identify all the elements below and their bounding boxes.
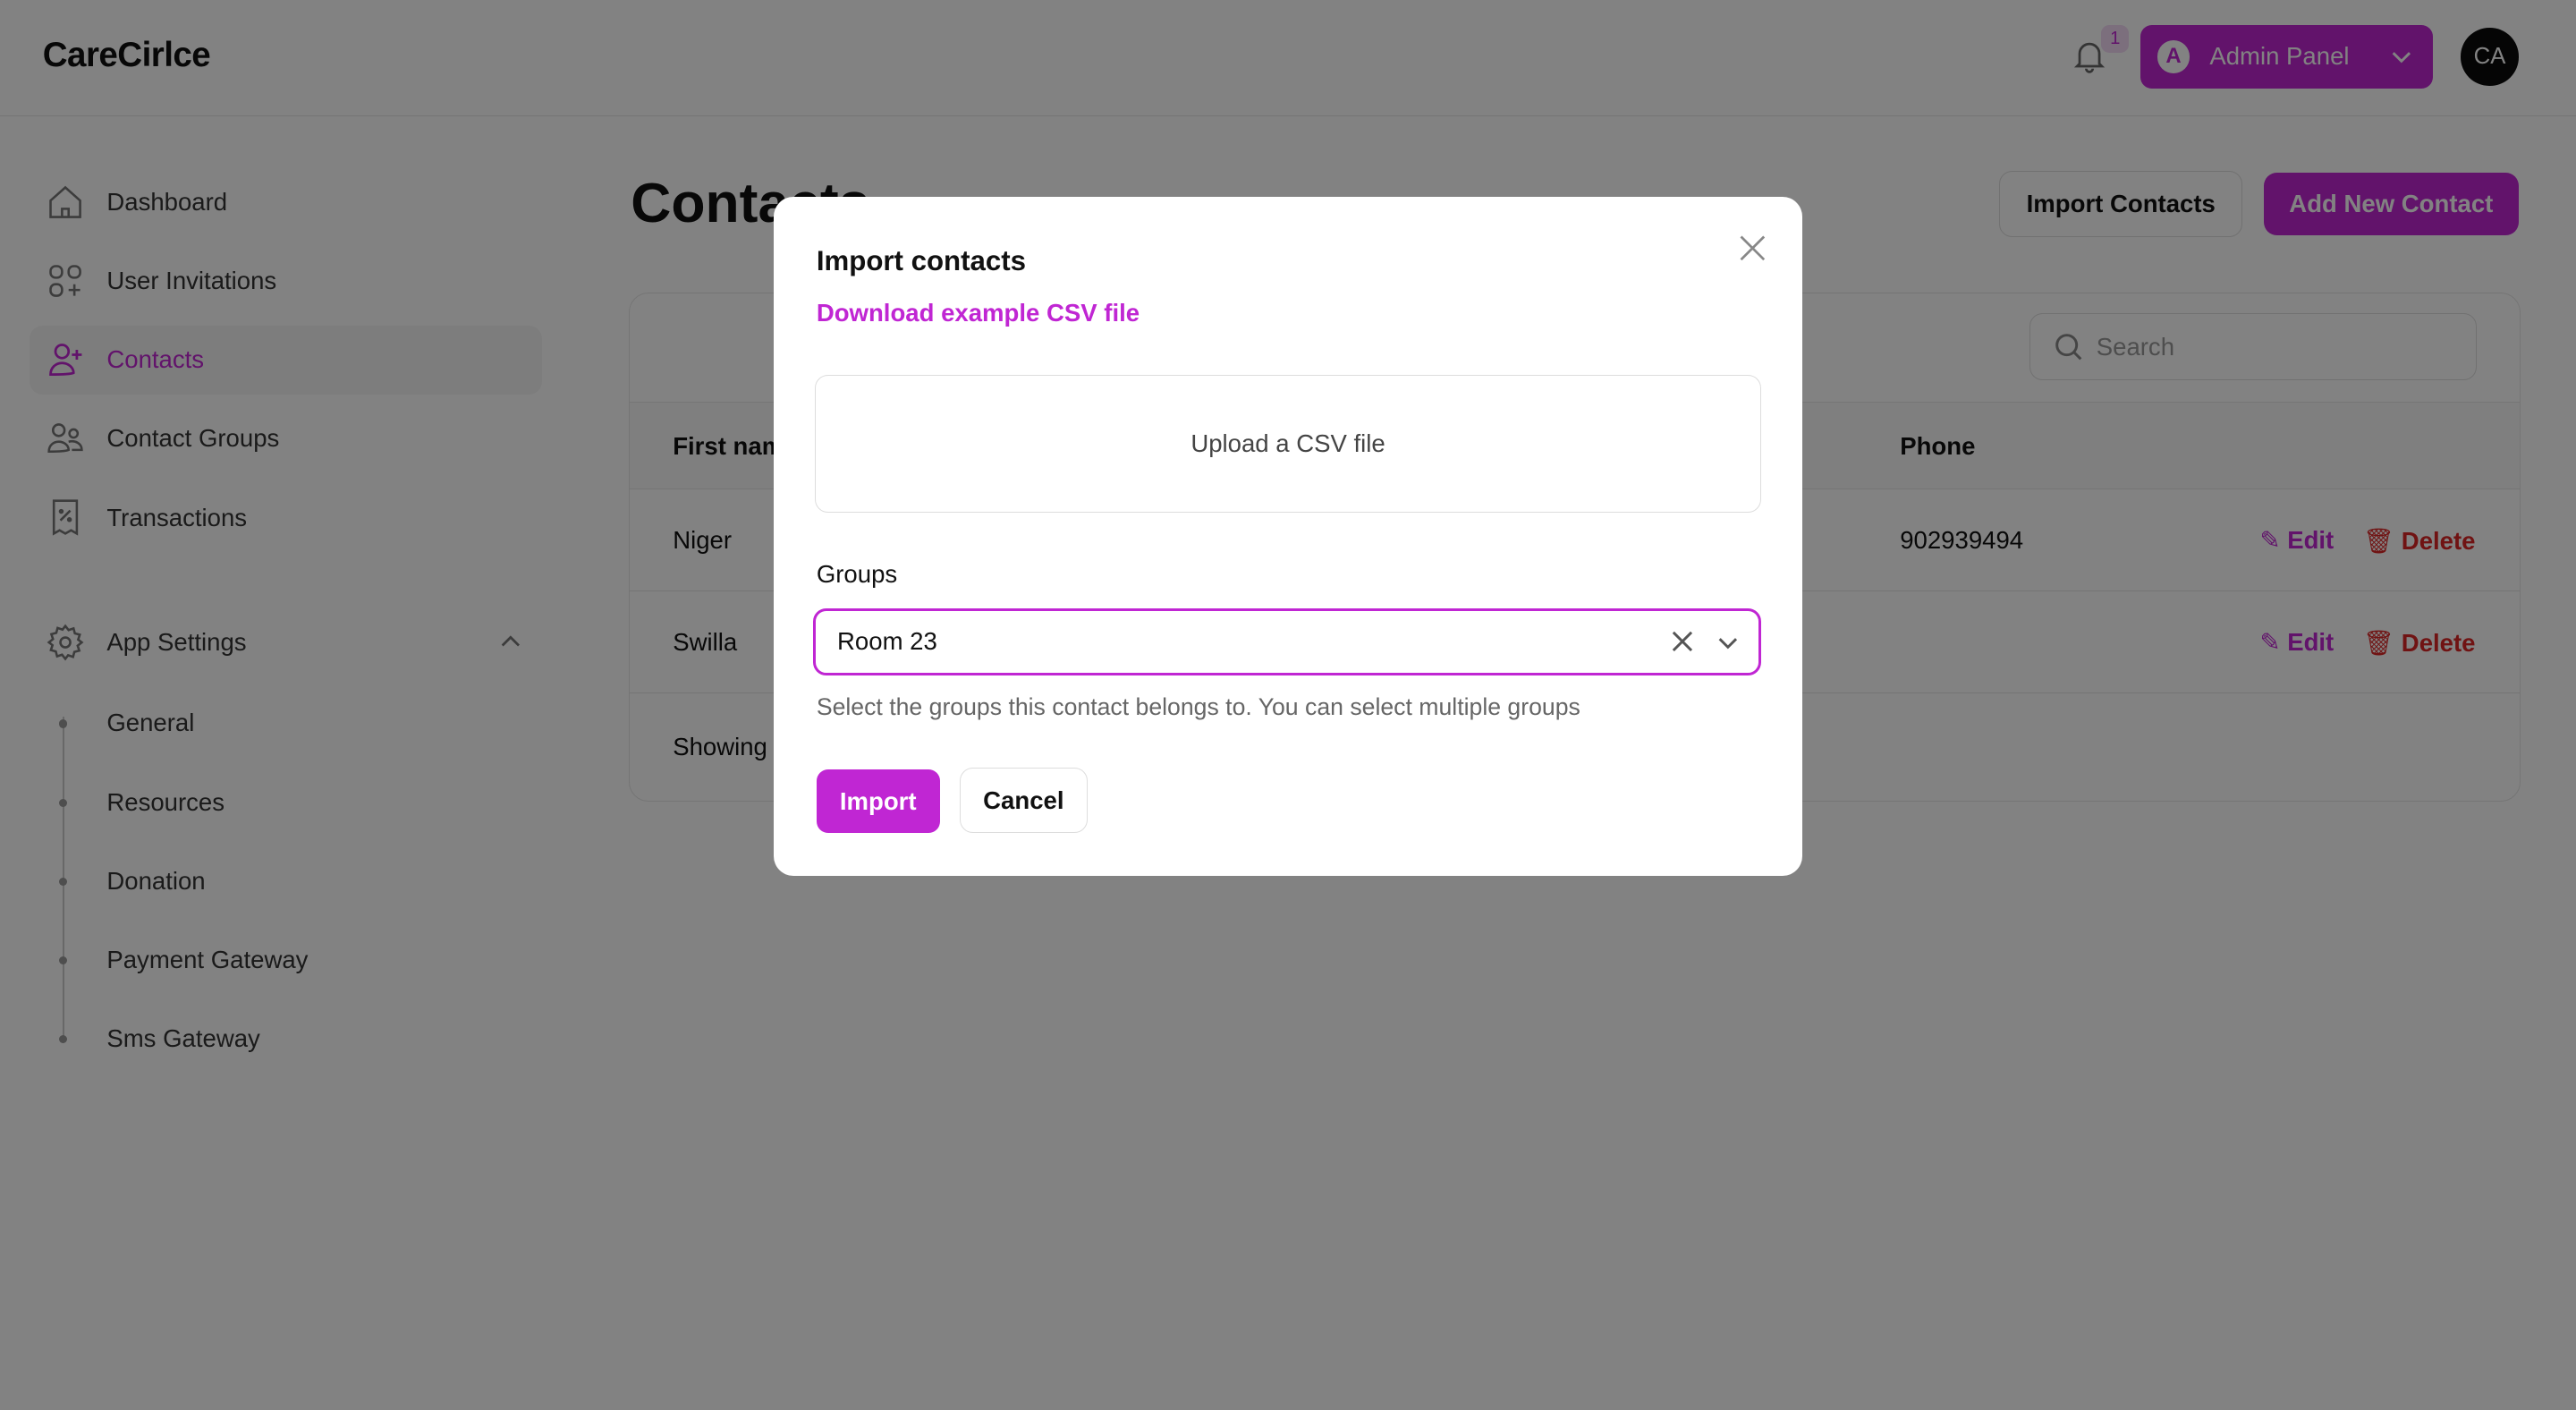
import-contacts-modal: Import contacts Download example CSV fil… xyxy=(774,197,1802,876)
groups-hint: Select the groups this contact belongs t… xyxy=(816,693,1580,721)
import-button[interactable]: Import xyxy=(816,769,940,834)
download-example-link[interactable]: Download example CSV file xyxy=(817,299,1140,327)
groups-label: Groups xyxy=(816,560,898,589)
clear-icon[interactable] xyxy=(1672,631,1693,652)
chevron-down-icon[interactable] xyxy=(1716,631,1740,654)
groups-select[interactable]: Room 23 xyxy=(813,607,1762,676)
modal-title: Import contacts xyxy=(816,244,1026,276)
csv-upload-dropzone[interactable]: Upload a CSV file xyxy=(814,374,1762,514)
app: CareCirlce 1 A Admin Panel CA Dashboard … xyxy=(0,0,2576,1410)
cancel-button[interactable]: Cancel xyxy=(959,767,1089,834)
close-icon[interactable] xyxy=(1736,232,1769,265)
groups-selected-value: Room 23 xyxy=(837,626,937,655)
